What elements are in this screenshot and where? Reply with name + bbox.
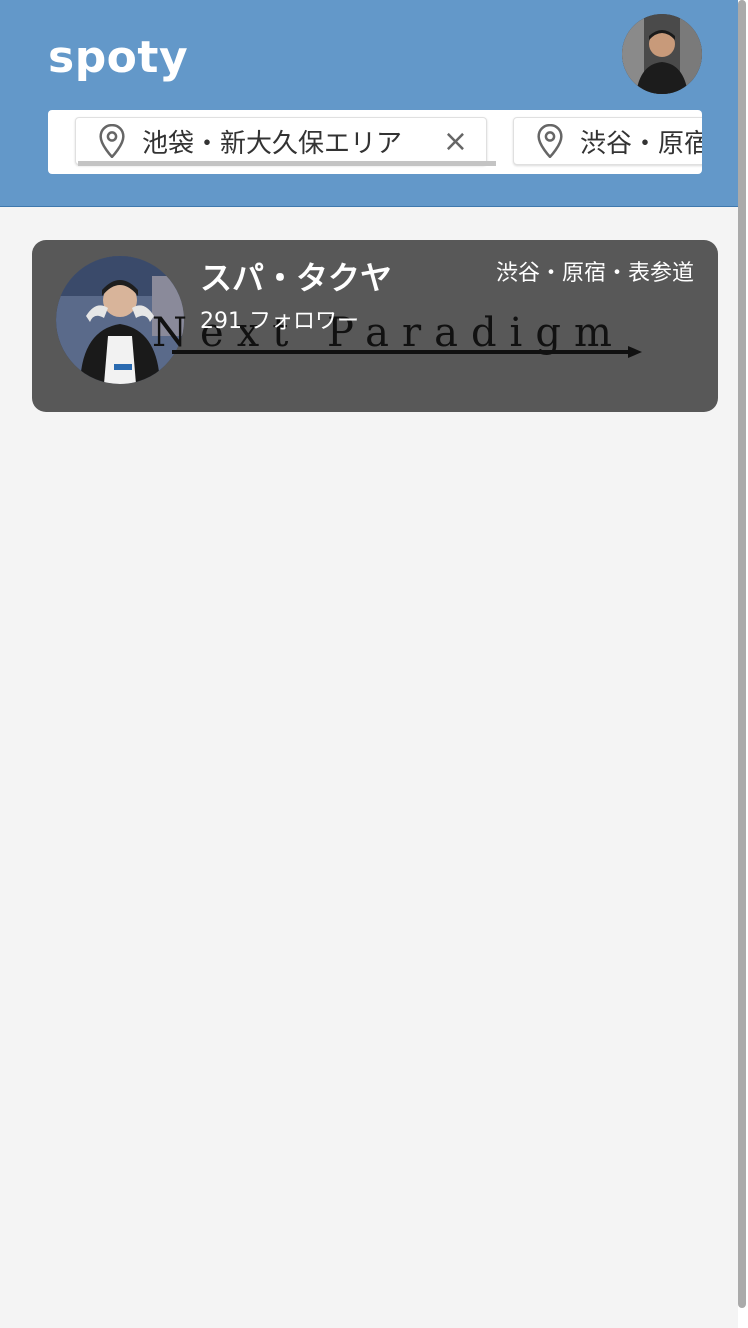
area-filter-bar[interactable]: 池袋・新大久保エリア × 渋谷・原宿 [48,110,702,174]
page-scrollbar[interactable] [738,0,748,1328]
chip-scroll-indicator [78,161,496,166]
card-watermark-line [172,350,632,354]
scrollbar-thumb[interactable] [738,0,746,1308]
profile-name: スパ・タクヤ [200,259,393,297]
close-icon[interactable]: × [443,127,468,157]
profile-area: 渋谷・原宿・表参道 [495,261,694,286]
area-chip-label: 渋谷・原宿 [580,128,702,159]
app-screen: spoty 池袋・新大久保エリア × 渋谷・原宿 Next Paradigm ス… [0,0,748,1328]
user-avatar-photo [622,14,702,94]
profile-card[interactable]: Next Paradigm スパ・タクヤ 渋谷・原宿・表参道 291 フォロワー [32,240,718,412]
arrow-right-icon [628,346,642,358]
map-pin-icon [537,124,563,158]
map-pin-icon [99,124,125,158]
area-chip-ikebukuro[interactable]: 池袋・新大久保エリア × [75,117,487,165]
area-chip-shibuya[interactable]: 渋谷・原宿 [513,117,702,165]
user-avatar[interactable] [622,14,702,94]
app-logo[interactable]: spoty [48,30,188,86]
app-header: spoty 池袋・新大久保エリア × 渋谷・原宿 [0,0,748,207]
profile-followers: 291 フォロワー [200,309,359,334]
area-chip-label: 池袋・新大久保エリア [142,128,403,159]
